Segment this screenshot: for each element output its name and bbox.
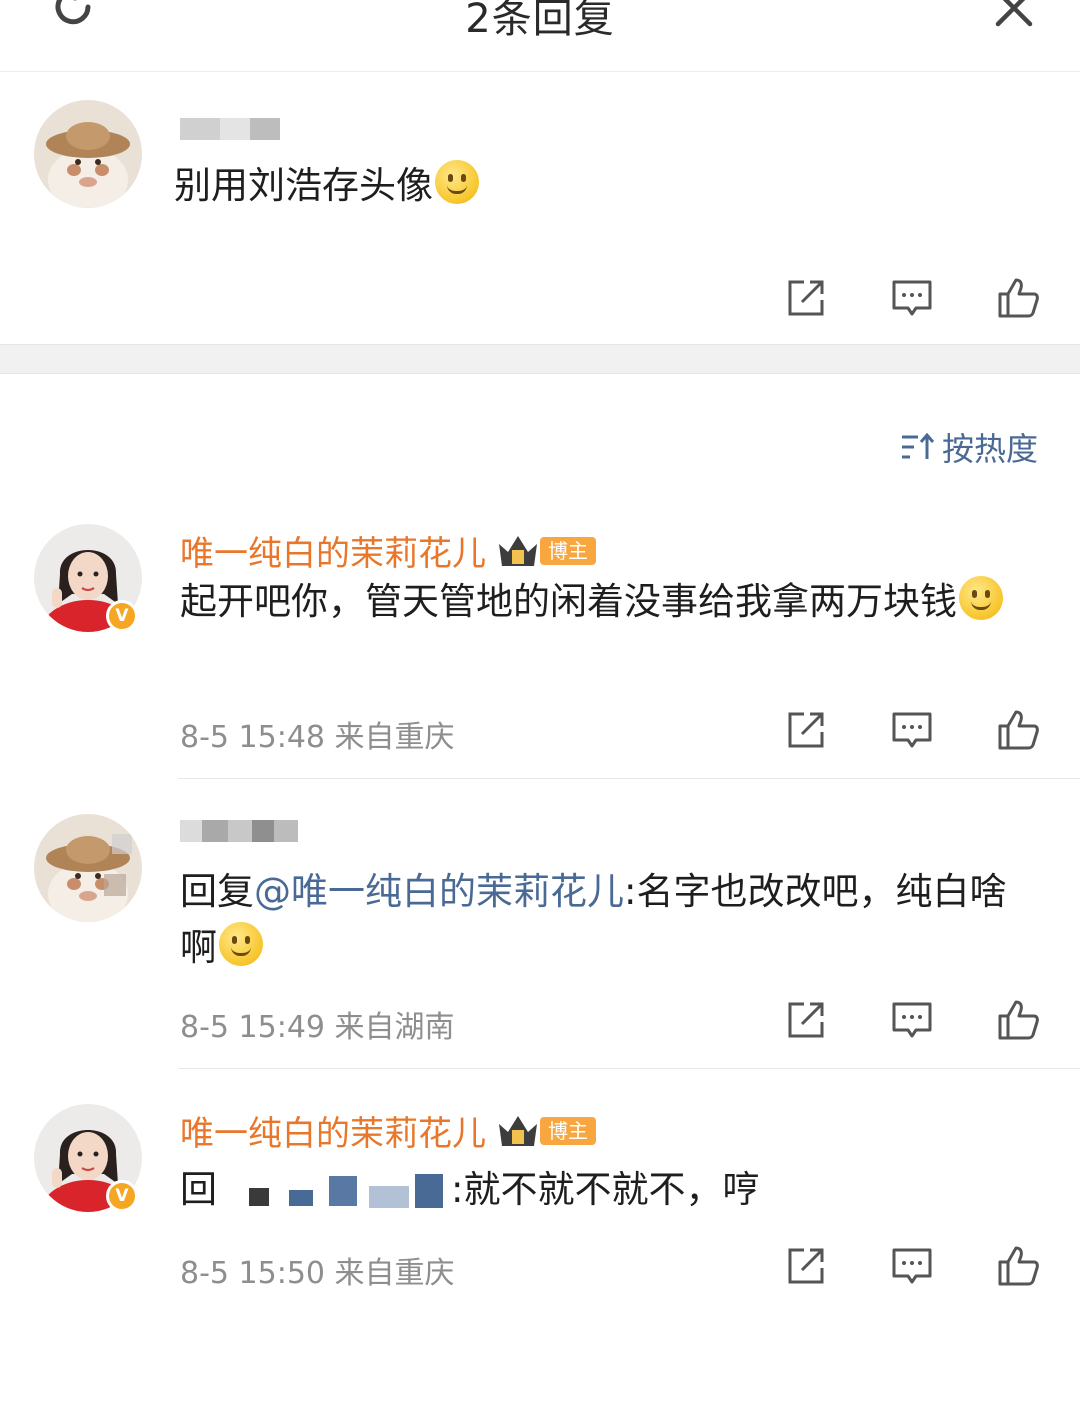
comment-text: 回 :就不就不就不，哼 <box>180 1162 1040 1218</box>
location: 来自重庆 <box>334 1256 455 1291</box>
crown-icon <box>499 535 537 566</box>
share-icon[interactable] <box>784 998 828 1042</box>
blurred-mention <box>219 1170 449 1210</box>
like-icon[interactable] <box>996 998 1040 1042</box>
comment-meta: 8-5 15:48 来自重庆 <box>180 712 455 756</box>
mention-link[interactable]: @唯一纯白的茉莉花儿 <box>254 870 624 913</box>
share-icon[interactable] <box>784 1244 828 1288</box>
sort-label: 按热度 <box>941 430 1038 468</box>
comment-meta: 8-5 15:50 来自重庆 <box>180 1248 455 1292</box>
close-icon[interactable] <box>992 0 1036 30</box>
verified-icon: V <box>106 600 138 632</box>
sort-icon <box>901 432 935 459</box>
author-name[interactable]: 唯一纯白的茉莉花儿 博主 <box>180 526 596 575</box>
timestamp: 8-5 15:50 <box>180 1256 325 1291</box>
reply-prefix: 回 <box>180 1168 217 1211</box>
sort-button[interactable]: 按热度 <box>900 424 1038 470</box>
row-divider <box>178 778 1080 779</box>
author-label: 唯一纯白的茉莉花儿 <box>180 1114 486 1154</box>
comment-text: 起开吧你，管天管地的闲着没事给我拿两万块钱 <box>180 574 1040 630</box>
timestamp: 8-5 15:49 <box>180 1010 325 1045</box>
smile-emoji <box>435 160 479 204</box>
comment-icon[interactable] <box>890 1244 934 1288</box>
comment-text: 别用刘浩存头像 <box>174 158 479 214</box>
page-title: 2条回复 <box>465 0 615 42</box>
author-name[interactable]: 唯一纯白的茉莉花儿 博主 <box>180 1106 596 1155</box>
verified-icon: V <box>106 1180 138 1212</box>
blurred-username <box>180 820 298 846</box>
smile-emoji <box>219 922 263 966</box>
list-item: V 唯一纯白的茉莉花儿 博主 起开吧你，管天管地的闲着没事给我拿两万块钱 8-5… <box>0 520 1080 780</box>
share-icon[interactable] <box>784 276 828 320</box>
list-item: 回复@唯一纯白的茉莉花儿:名字也改改吧，纯白啥啊 8-5 15:49 来自湖南 <box>0 810 1080 1070</box>
author-badge: 博主 <box>540 1116 596 1145</box>
comment-icon[interactable] <box>890 998 934 1042</box>
location: 来自重庆 <box>334 720 455 755</box>
action-bar <box>784 1244 1040 1288</box>
action-bar <box>784 998 1040 1042</box>
cat-avatar-icon <box>34 100 142 208</box>
blurred-username <box>180 118 280 144</box>
comment-text: 回复@唯一纯白的茉莉花儿:名字也改改吧，纯白啥啊 <box>180 864 1040 976</box>
crown-icon <box>499 1115 537 1146</box>
author-label: 唯一纯白的茉莉花儿 <box>180 534 486 574</box>
comment-meta: 8-5 15:49 来自湖南 <box>180 1002 455 1046</box>
author-badge: 博主 <box>540 536 596 565</box>
like-icon[interactable] <box>996 708 1040 752</box>
like-icon[interactable] <box>996 1244 1040 1288</box>
cat-avatar-icon <box>34 814 142 922</box>
smile-emoji <box>959 576 1003 620</box>
action-bar <box>784 276 1040 320</box>
comment-icon[interactable] <box>890 708 934 752</box>
root-comment: 别用刘浩存头像 <box>0 72 1080 344</box>
location: 来自湖南 <box>334 1010 455 1045</box>
comment-icon[interactable] <box>890 276 934 320</box>
share-icon[interactable] <box>784 708 828 752</box>
row-divider <box>178 1068 1080 1069</box>
avatar[interactable] <box>34 814 142 922</box>
section-divider <box>0 344 1080 374</box>
action-bar <box>784 708 1040 752</box>
top-bar: 2条回复 <box>0 0 1080 72</box>
like-icon[interactable] <box>996 276 1040 320</box>
reply-prefix: 回复 <box>180 870 254 913</box>
reply-body: :就不就不就不，哼 <box>451 1168 760 1211</box>
avatar[interactable] <box>34 100 142 208</box>
list-item: V 唯一纯白的茉莉花儿 博主 回 :就不就不就不，哼 8-5 15:50 来自重… <box>0 1100 1080 1320</box>
timestamp: 8-5 15:48 <box>180 720 325 755</box>
